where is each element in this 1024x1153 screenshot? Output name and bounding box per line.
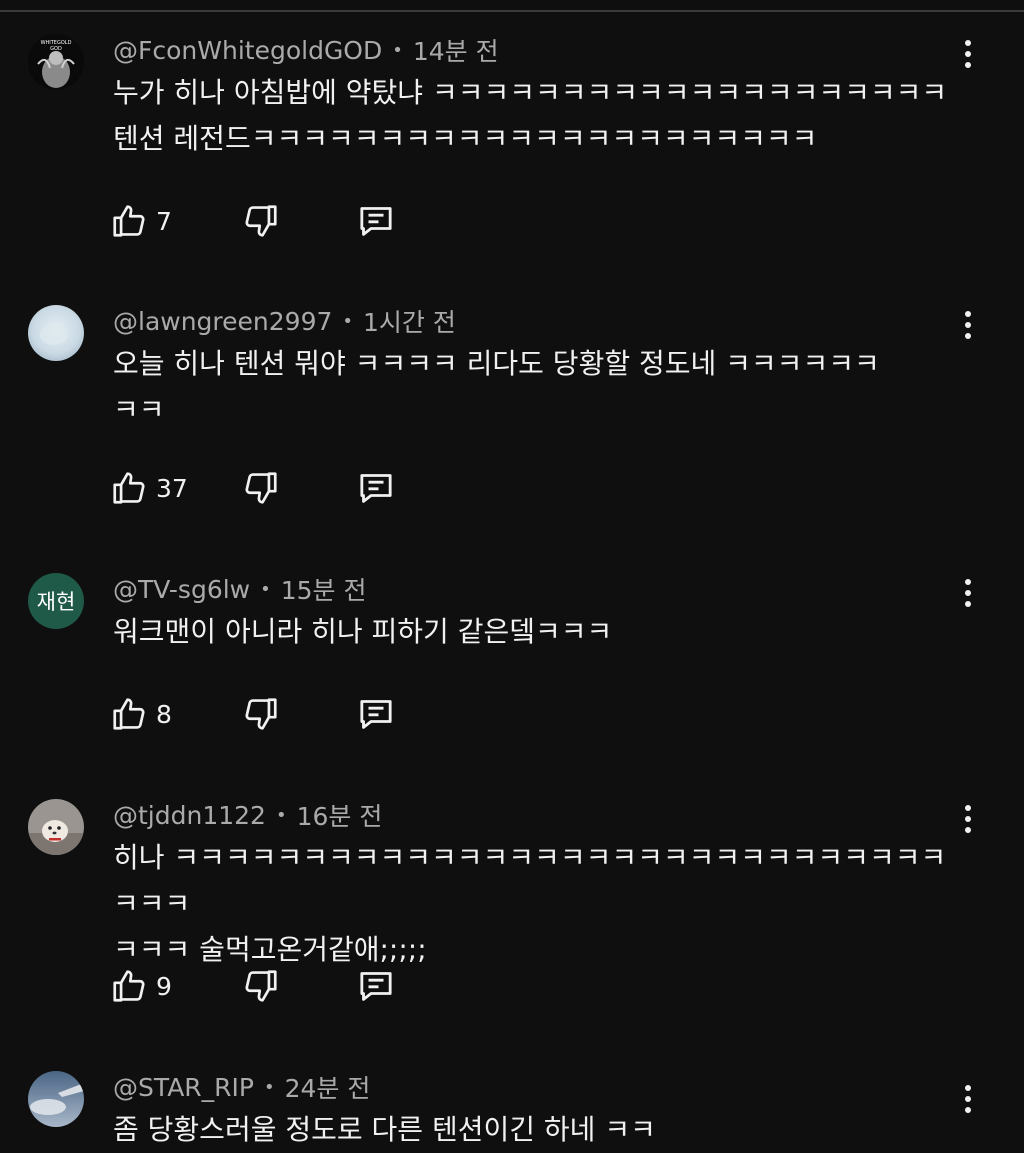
svg-text:GOD: GOD — [50, 46, 62, 52]
thumbs-down-icon — [245, 970, 277, 1002]
thumbs-down-icon — [245, 472, 277, 504]
separator-dot: • — [260, 578, 271, 600]
comment-text: 히나 ㅋㅋㅋㅋㅋㅋㅋㅋㅋㅋㅋㅋㅋㅋㅋㅋㅋㅋㅋㅋㅋㅋㅋㅋㅋㅋㅋㅋㅋㅋㅋㅋㅋ ㅋㅋㅋ… — [113, 841, 947, 966]
comment-author[interactable]: @tjddn1122 — [113, 801, 266, 830]
comment-actions: 8 — [110, 692, 410, 736]
comment-author[interactable]: @lawngreen2997 — [113, 307, 332, 336]
comment-time[interactable]: 1시간 전 — [363, 303, 456, 339]
thumbs-down-icon — [245, 698, 277, 730]
reply-button[interactable] — [356, 199, 396, 243]
comment-time[interactable]: 15분 전 — [281, 571, 367, 607]
reply-comment-icon — [360, 700, 392, 729]
more-vertical-icon[interactable] — [954, 305, 982, 345]
like-count: 8 — [156, 699, 172, 729]
more-vertical-icon[interactable] — [954, 573, 982, 613]
like-button[interactable]: 7 — [110, 199, 172, 243]
dislike-button[interactable] — [242, 466, 280, 510]
reply-comment-icon — [360, 474, 392, 503]
separator-dot: • — [342, 310, 354, 332]
comment-time[interactable]: 16분 전 — [297, 797, 383, 833]
reply-button[interactable] — [356, 964, 396, 1008]
thumbs-up-icon — [113, 970, 145, 1002]
reply-button[interactable] — [356, 692, 396, 736]
dislike-button[interactable] — [242, 692, 280, 736]
avatar[interactable] — [28, 799, 84, 855]
comment-meta: @STAR_RIP • 24분 전 — [113, 1069, 370, 1105]
comment-meta: @FconWhitegoldGOD • 14분 전 — [113, 32, 499, 68]
top-divider — [0, 10, 1024, 12]
like-count: 37 — [156, 473, 188, 503]
like-count: 9 — [156, 971, 172, 1001]
comment-author[interactable]: @STAR_RIP — [113, 1073, 254, 1102]
comment-meta: @lawngreen2997 • 1시간 전 — [113, 303, 456, 339]
reply-comment-icon — [360, 207, 392, 236]
separator-dot: • — [392, 39, 403, 61]
avatar[interactable] — [28, 1071, 84, 1127]
comment-text: 오늘 히나 텐션 뭐야 ㅋㅋㅋㅋ 리다도 당황할 정도네 ㅋㅋㅋㅋㅋㅋ ㅋㅋ — [113, 347, 880, 426]
reply-button[interactable] — [356, 466, 396, 510]
comment-text: 좀 당황스러울 정도로 다른 텐션이긴 하네 ㅋㅋ — [113, 1113, 656, 1146]
more-vertical-icon[interactable] — [954, 1079, 982, 1119]
comment-time[interactable]: 24분 전 — [285, 1069, 371, 1105]
comment-actions: 37 — [110, 466, 410, 510]
separator-dot: • — [264, 1076, 275, 1098]
like-count: 7 — [156, 206, 172, 236]
thumbs-up-icon — [113, 472, 145, 504]
comment-actions: 9 — [110, 964, 410, 1008]
avatar[interactable]: WHITEGOLD GOD — [28, 34, 84, 90]
comment-meta: @TV-sg6lw • 15분 전 — [113, 571, 367, 607]
like-button[interactable]: 9 — [110, 964, 172, 1008]
comment-author[interactable]: @FconWhitegoldGOD — [113, 36, 382, 65]
comment-meta: @tjddn1122 • 16분 전 — [113, 797, 382, 833]
separator-dot: • — [275, 804, 287, 826]
thumbs-down-icon — [245, 205, 277, 237]
comment-text: 누가 히나 아침밥에 약탔냐 ㅋㅋㅋㅋㅋㅋㅋㅋㅋㅋㅋㅋㅋㅋㅋㅋㅋㅋㅋㅋ 텐션 레… — [113, 76, 948, 155]
more-vertical-icon[interactable] — [954, 34, 982, 74]
thumbs-up-icon — [113, 205, 145, 237]
avatar[interactable] — [28, 305, 84, 361]
reply-comment-icon — [360, 972, 392, 1001]
like-button[interactable]: 37 — [110, 466, 188, 510]
avatar[interactable]: 재현 — [28, 573, 84, 629]
like-button[interactable]: 8 — [110, 692, 172, 736]
comment-actions: 7 — [110, 199, 410, 243]
dislike-button[interactable] — [242, 964, 280, 1008]
comment-time[interactable]: 14분 전 — [413, 32, 499, 68]
thumbs-up-icon — [113, 698, 145, 730]
more-vertical-icon[interactable] — [954, 799, 982, 839]
comment-text: 워크맨이 아니라 히나 피하기 같은뎈ㅋㅋㅋ — [113, 615, 613, 648]
dislike-button[interactable] — [242, 199, 280, 243]
comment-author[interactable]: @TV-sg6lw — [113, 575, 250, 604]
